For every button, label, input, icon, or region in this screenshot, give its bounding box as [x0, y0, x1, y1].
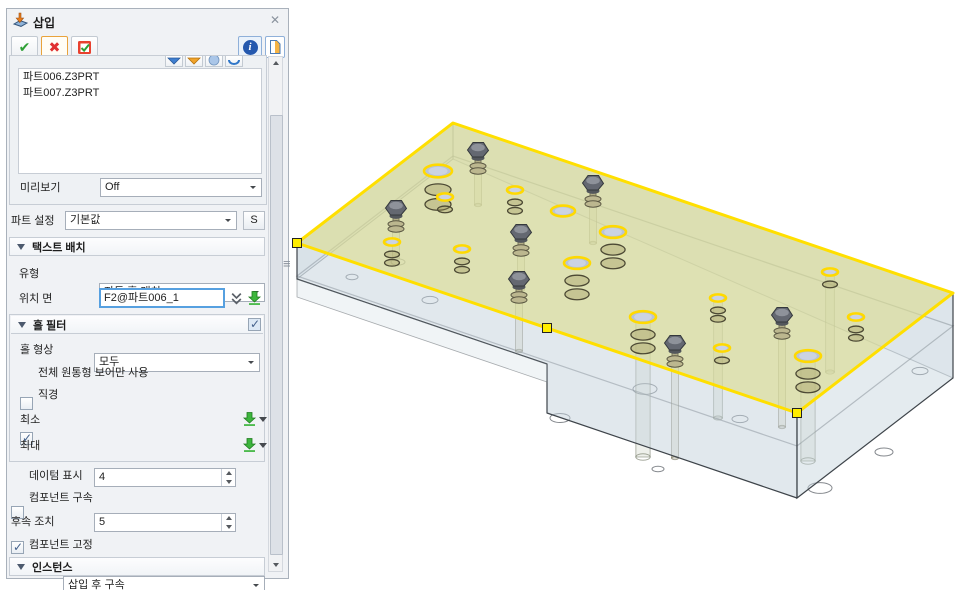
dialog-scrollbar[interactable]	[268, 56, 283, 572]
min-value: 4	[99, 471, 105, 483]
info-icon: i	[243, 40, 258, 55]
assembly-3d-view[interactable]	[290, 0, 966, 590]
face-label: 위치 면	[19, 292, 52, 306]
help-page-icon	[268, 39, 282, 55]
zw3d-window: 삽입 ✕ ✔ ✖ i	[0, 0, 966, 590]
max-value: 5	[99, 516, 105, 528]
pick-target-icon[interactable]	[242, 437, 257, 453]
followup-dropdown[interactable]: 삽입 후 구속	[63, 576, 265, 590]
max-options-arrow-icon[interactable]	[259, 443, 267, 448]
max-spinbox[interactable]: 5	[94, 513, 236, 532]
scroll-up-icon[interactable]	[269, 57, 282, 69]
min-spinbox[interactable]: 4	[94, 468, 236, 487]
list-item[interactable]: 파트006.Z3PRT	[19, 69, 261, 85]
part-settings-label: 파트 설정	[11, 214, 55, 228]
list-tool-icon-2[interactable]	[185, 56, 203, 67]
expand-options-icon[interactable]	[230, 292, 243, 306]
viewport-3d[interactable]	[290, 0, 966, 590]
face-input[interactable]: F2@파트006_1	[99, 288, 225, 308]
collapse-triangle-icon	[17, 564, 25, 570]
style-button[interactable]: S	[243, 211, 265, 230]
section-hole-filter[interactable]: 홀 필터	[11, 316, 263, 334]
section-instance[interactable]: 인스턴스	[9, 557, 265, 576]
max-label: 최대	[20, 439, 40, 453]
face-value: F2@파트006_1	[104, 292, 179, 304]
apply-icon	[77, 40, 92, 55]
component-list[interactable]: 파트006.Z3PRT 파트007.Z3PRT	[18, 68, 262, 174]
constrain-component-label: 컴포넌트 구속	[29, 491, 93, 505]
section-instance-title: 인스턴스	[32, 559, 72, 575]
pick-target-icon[interactable]	[242, 411, 257, 427]
type-label: 유형	[19, 267, 39, 281]
hole-shape-label: 홀 형상	[20, 343, 53, 357]
fix-component-label: 컴포넌트 고정	[29, 538, 93, 552]
max-spin-buttons[interactable]	[221, 514, 235, 531]
min-spin-buttons[interactable]	[221, 469, 235, 486]
list-tool-icon-3[interactable]	[205, 56, 223, 67]
section-hole-filter-title: 홀 필터	[33, 317, 66, 333]
list-tool-icon-1[interactable]	[165, 56, 183, 67]
scrollbar-thumb[interactable]	[270, 115, 283, 555]
diameter-label: 직경	[38, 388, 58, 402]
close-icon[interactable]: ✕	[270, 13, 280, 27]
section-placement[interactable]: 택스트 배치	[9, 237, 265, 256]
help-button[interactable]	[265, 36, 285, 58]
full-cylinder-checkbox[interactable]	[20, 397, 33, 410]
full-cylinder-label: 전체 원통형 보어만 사용	[38, 366, 148, 380]
dialog-title: 삽입	[33, 14, 55, 31]
constrain-component-checkbox[interactable]	[11, 541, 24, 554]
panel-resize-grip[interactable]: ≡	[283, 256, 291, 272]
collapse-triangle-icon	[18, 322, 26, 328]
pick-target-icon[interactable]	[247, 290, 262, 306]
preview-value: Off	[105, 181, 119, 193]
dialog-titlebar[interactable]: 삽입 ✕	[7, 9, 288, 33]
insert-dialog: 삽입 ✕ ✔ ✖ i	[6, 8, 289, 579]
ok-icon: ✔	[19, 39, 31, 56]
preview-dropdown[interactable]: Off	[100, 178, 262, 197]
list-tool-icon-4[interactable]	[225, 56, 243, 67]
preview-label: 미리보기	[20, 181, 60, 195]
component-list-group: 파트006.Z3PRT 파트007.Z3PRT 미리보기 Off	[9, 55, 267, 205]
followup-label: 후속 조치	[11, 515, 55, 529]
followup-value: 삽입 후 구속	[68, 579, 125, 590]
list-item[interactable]: 파트007.Z3PRT	[19, 85, 261, 101]
cancel-icon: ✖	[49, 39, 61, 56]
min-label: 최소	[20, 413, 40, 427]
hole-filter-enable-checkbox[interactable]	[248, 318, 261, 331]
min-options-arrow-icon[interactable]	[259, 417, 267, 422]
section-placement-title: 택스트 배치	[32, 239, 86, 255]
part-settings-value: 기본값	[70, 214, 100, 226]
scroll-down-icon[interactable]	[269, 559, 282, 571]
show-datum-label: 데이텀 표시	[29, 469, 83, 483]
part-settings-dropdown[interactable]: 기본값	[65, 211, 237, 230]
hole-filter-group: 홀 필터 홀 형상 모두 전체 원통형 보어만 사용 직경 최소 4 최대	[9, 314, 265, 462]
collapse-triangle-icon	[17, 244, 25, 250]
insert-component-icon	[12, 12, 28, 30]
